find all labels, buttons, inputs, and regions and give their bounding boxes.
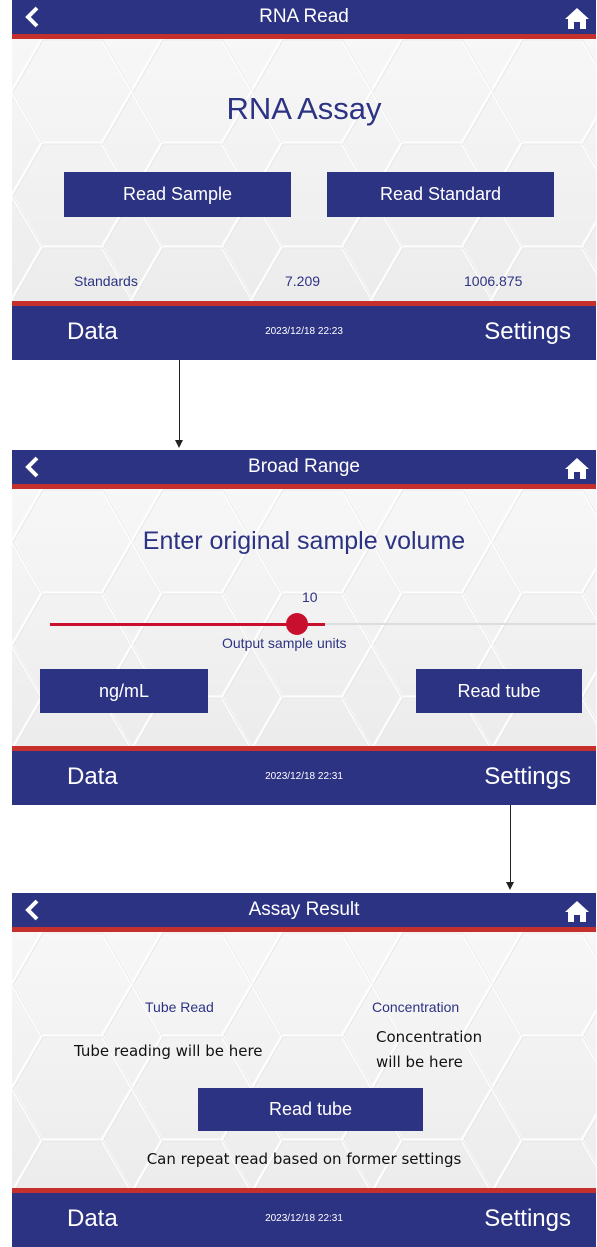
read-sample-button[interactable]: Read Sample	[64, 172, 291, 217]
page-heading: RNA Assay	[226, 91, 382, 126]
flow-arrow-head	[506, 882, 514, 890]
content-area: Tube Read Concentration Tube reading wil…	[12, 932, 596, 1188]
tube-read-label: Tube Read	[145, 999, 214, 1015]
settings-button[interactable]: Settings	[484, 1205, 571, 1233]
settings-button[interactable]: Settings	[484, 763, 571, 791]
standard-value-2: 1006.875	[464, 273, 523, 289]
screen-broad-range: Broad Range Enter original sample volume…	[12, 450, 596, 805]
slider-knob[interactable]	[286, 613, 308, 635]
bottom-bar: Data 2023/12/18 22:31 Settings	[12, 746, 596, 805]
flow-arrow-line	[179, 360, 180, 440]
flow-arrow-line	[510, 805, 511, 882]
screen-rna-read: RNA Read RNA Assay Read Sample Read Stan…	[12, 0, 596, 360]
concentration-label: Concentration	[372, 999, 460, 1015]
screen-title: Assay Result	[248, 899, 360, 920]
settings-button[interactable]: Settings	[484, 318, 571, 346]
screen-title: RNA Read	[259, 6, 349, 27]
content-area: RNA Assay Read Sample Read Standard Stan…	[12, 39, 596, 301]
hex-background	[12, 39, 596, 301]
concentration-placeholder-line2: will be here	[376, 1053, 463, 1071]
bottom-bar: Data 2023/12/18 22:23 Settings	[12, 301, 596, 360]
output-units-label: Output sample units	[222, 635, 347, 651]
page-heading: Enter original sample volume	[142, 527, 466, 555]
slider-fill	[50, 623, 325, 626]
flow-arrow-head	[175, 440, 183, 448]
bottom-bar: Data 2023/12/18 22:31 Settings	[12, 1188, 596, 1247]
title-bar: Broad Range	[12, 450, 596, 489]
home-icon[interactable]	[564, 456, 590, 480]
content-area: Enter original sample volume 10 Output s…	[12, 489, 596, 746]
volume-slider[interactable]	[50, 613, 596, 635]
tube-reading-placeholder: Tube reading will be here	[74, 1042, 263, 1060]
concentration-placeholder-line1: Concentration	[376, 1028, 483, 1046]
slider-value-label: 10	[302, 589, 318, 605]
units-button[interactable]: ng/mL	[40, 669, 208, 713]
read-standard-button[interactable]: Read Standard	[327, 172, 554, 217]
title-bar: Assay Result	[12, 893, 596, 932]
read-tube-button[interactable]: Read tube	[198, 1088, 423, 1131]
screen-title: Broad Range	[248, 456, 360, 477]
home-icon[interactable]	[564, 6, 590, 30]
title-bar: RNA Read	[12, 0, 596, 39]
standard-value-1: 7.209	[285, 273, 321, 289]
home-icon[interactable]	[564, 899, 590, 923]
screen-assay-result: Assay Result Tube Read Concentration Tub…	[12, 893, 596, 1247]
repeat-read-note: Can repeat read based on former settings	[146, 1150, 462, 1168]
standards-label: Standards	[74, 273, 138, 289]
read-tube-button[interactable]: Read tube	[416, 669, 582, 713]
